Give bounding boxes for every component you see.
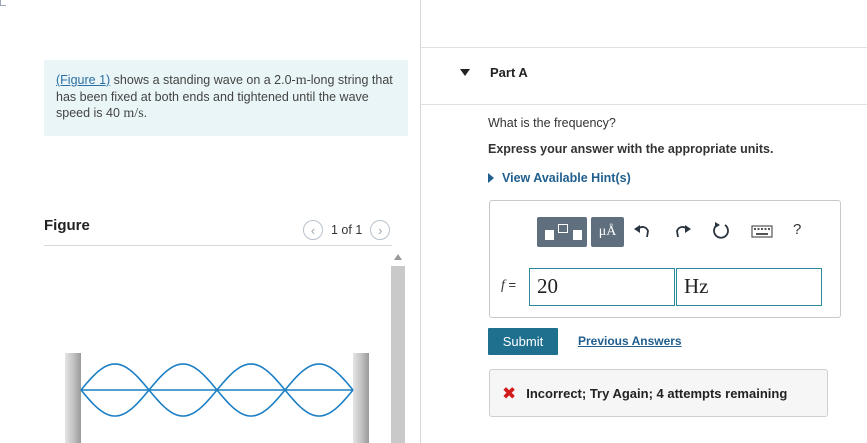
chevron-left-icon[interactable]: ‹ [303,220,323,240]
intro-text-1: shows a standing wave on a 2.0- [110,73,296,87]
answer-toolbar: μÅ ? [534,212,834,247]
redo-icon[interactable] [671,220,693,242]
scroll-up-icon[interactable] [394,254,402,260]
instruction-text: Express your answer with the appropriate… [488,142,774,156]
intro-text-end: . [143,106,148,120]
corner-mark [0,0,6,6]
view-hints-link[interactable]: View Available Hint(s) [488,171,631,185]
reset-icon[interactable] [710,220,732,242]
chevron-right-icon[interactable]: › [370,220,391,240]
figure-scrollbar[interactable] [391,252,405,443]
right-panel: Part A What is the frequency? Express yo… [421,0,867,443]
left-fixed-post [65,353,81,443]
templates-icon[interactable] [537,217,587,247]
feedback-message: ✖ Incorrect; Try Again; 4 attempts remai… [489,369,828,417]
figure-page-count: 1 of 1 [331,223,363,237]
hint-label: View Available Hint(s) [502,171,631,185]
collapse-caret-icon[interactable] [460,69,470,76]
feedback-text: Incorrect; Try Again; 4 attempts remaini… [526,385,788,401]
wave-curves [80,363,354,417]
problem-intro: (Figure 1) shows a standing wave on a 2.… [44,60,408,136]
figure-title: Figure [44,217,90,234]
part-title: Part A [490,65,528,80]
previous-answers-link[interactable]: Previous Answers [578,334,682,348]
value-input[interactable]: 20 [529,268,675,306]
unit-input[interactable]: Hz [676,268,822,306]
units-button[interactable]: μÅ [591,217,624,247]
figure-pager: ‹ 1 of 1 › [303,219,391,241]
keyboard-icon[interactable] [750,220,774,242]
help-icon[interactable]: ? [793,221,801,238]
standing-wave-figure [65,353,369,443]
figure-link[interactable]: (Figure 1) [56,73,110,87]
intro-unit-m: m [295,73,307,88]
expand-triangle-icon [488,173,494,183]
submit-button[interactable]: Submit [488,328,558,355]
intro-unit-speed: m/s [123,106,144,121]
right-fixed-post [353,353,369,443]
variable-label: f = [501,277,516,294]
equals-sign: = [504,277,517,292]
figure-divider [44,245,392,246]
app-root: (Figure 1) shows a standing wave on a 2.… [0,0,867,443]
question-text: What is the frequency? [488,116,616,130]
answer-box: μÅ ? f = 20 Hz [489,200,841,318]
units-button-label: μÅ [598,224,617,239]
error-x-icon: ✖ [502,383,517,403]
undo-icon[interactable] [632,220,654,242]
scrollbar-thumb[interactable] [391,266,405,443]
part-a-header[interactable]: Part A [421,47,867,105]
left-panel: (Figure 1) shows a standing wave on a 2.… [0,0,421,443]
